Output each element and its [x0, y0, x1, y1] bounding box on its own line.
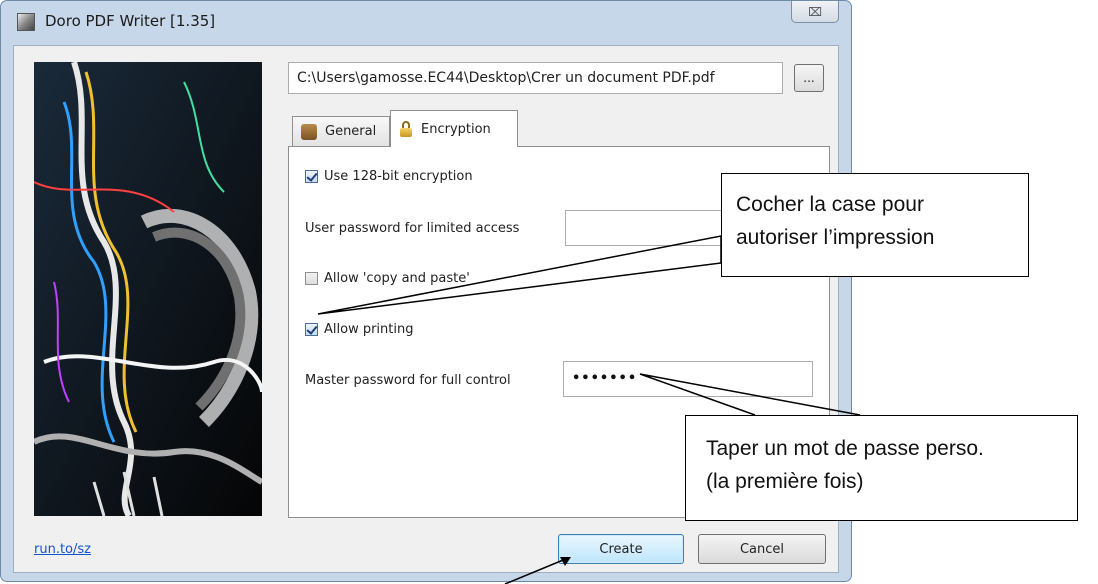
callout-print-line1: Cocher la case pour [736, 193, 924, 216]
general-icon [301, 123, 317, 140]
allow-printing-label: Allow printing [324, 322, 414, 337]
master-password-callout: Taper un mot de passe perso. (la premièr… [685, 415, 1078, 521]
tab-general[interactable]: General [292, 116, 390, 146]
create-button[interactable]: Create [558, 534, 684, 564]
decorative-artwork [34, 62, 262, 516]
use-128-bit-checkbox[interactable] [305, 170, 318, 183]
allow-printing-checkbox[interactable] [305, 323, 318, 336]
callout-password-line1: Taper un mot de passe perso. [706, 437, 984, 460]
allow-printing-row[interactable]: Allow printing [305, 322, 413, 337]
use-128-bit-label: Use 128-bit encryption [324, 169, 473, 184]
tab-encryption[interactable]: Encryption [390, 110, 518, 147]
allow-copy-checkbox[interactable] [305, 272, 318, 285]
master-password-label: Master password for full control [305, 373, 511, 388]
tab-encryption-label: Encryption [421, 121, 491, 137]
callout-password-line2: (la première fois) [706, 470, 864, 493]
callout-print-line2: autoriser l’impression [736, 226, 935, 249]
website-link[interactable]: run.to/sz [34, 542, 91, 557]
use-128-bit-row[interactable]: Use 128-bit encryption [305, 169, 473, 184]
app-icon [17, 13, 35, 31]
allow-copy-row[interactable]: Allow 'copy and paste' [305, 271, 470, 286]
window-title: Doro PDF Writer [1.35] [45, 12, 216, 30]
master-password-input[interactable]: ••••••• [563, 361, 813, 397]
browse-button[interactable]: ... [794, 64, 824, 92]
output-path-input[interactable]: C:\Users\gamosse.EC44\Desktop\Crer un do… [288, 62, 783, 94]
allow-copy-label: Allow 'copy and paste' [324, 271, 470, 286]
user-password-label: User password for limited access [305, 221, 520, 236]
tab-general-label: General [325, 124, 377, 139]
cancel-button[interactable]: Cancel [698, 534, 826, 564]
title-bar[interactable]: Doro PDF Writer [1.35] ⌧ [1, 1, 851, 43]
allow-printing-callout: Cocher la case pour autoriser l’impressi… [721, 173, 1029, 277]
lock-icon [399, 121, 413, 137]
close-button[interactable]: ⌧ [791, 1, 839, 23]
